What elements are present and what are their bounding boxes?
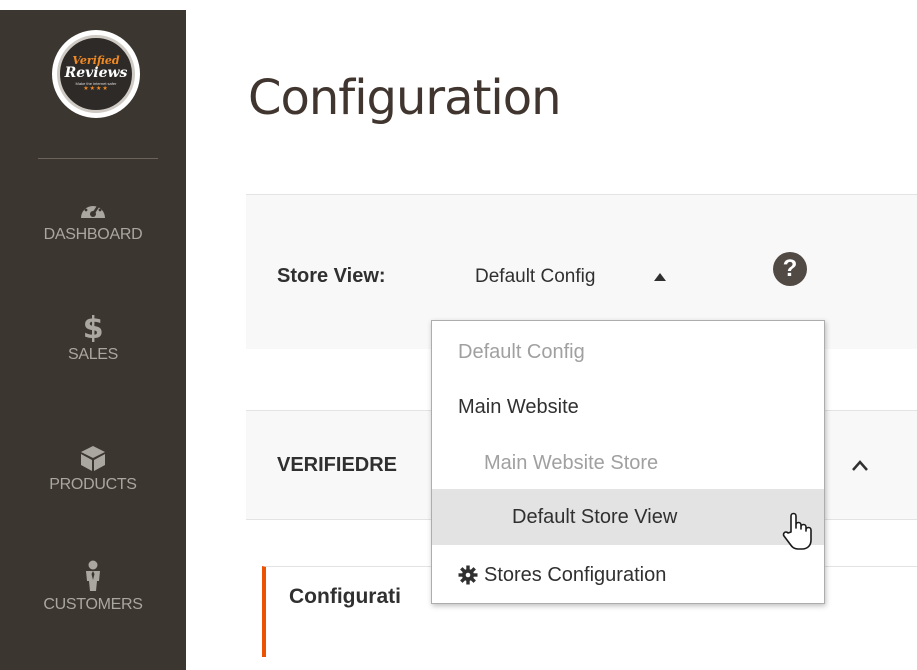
logo-ring: Verified Reviews Make the internet safer… bbox=[57, 35, 135, 113]
help-icon[interactable]: ? bbox=[773, 252, 807, 286]
verified-reviews-logo[interactable]: Verified Reviews Make the internet safer… bbox=[52, 30, 140, 118]
sidebar-top-gap bbox=[0, 0, 186, 10]
dropdown-item-default-store-view[interactable]: Default Store View bbox=[432, 489, 824, 545]
person-icon bbox=[86, 560, 100, 591]
dropdown-item-label: Main Website bbox=[458, 395, 579, 418]
logo-stars: ★★★★ bbox=[83, 86, 109, 92]
dashboard-gauge-icon bbox=[81, 203, 105, 218]
dropdown-item-label: Default Store View bbox=[512, 505, 678, 528]
dropdown-item-label: Stores Configuration bbox=[484, 563, 667, 586]
caret-up-icon[interactable] bbox=[654, 273, 666, 281]
page-title: Configuration bbox=[248, 70, 562, 126]
sidebar-item-sales[interactable]: $ SALES bbox=[0, 312, 186, 364]
dropdown-item-label: Default Config bbox=[458, 340, 585, 363]
sidebar-item-products[interactable]: PRODUCTS bbox=[0, 444, 186, 494]
svg-text:$: $ bbox=[83, 312, 104, 342]
dropdown-item-default-config: Default Config bbox=[432, 324, 824, 380]
store-view-switcher[interactable]: Default Config bbox=[475, 266, 595, 288]
sidebar-item-label: CUSTOMERS bbox=[43, 596, 143, 613]
gear-icon bbox=[458, 565, 478, 585]
chevron-up-icon[interactable] bbox=[850, 458, 870, 472]
sidebar-item-dashboard[interactable]: DASHBOARD bbox=[0, 196, 186, 244]
sidebar-item-label: DASHBOARD bbox=[43, 226, 143, 243]
store-view-label: Store View: bbox=[277, 265, 386, 287]
sidebar-item-label: PRODUCTS bbox=[49, 476, 137, 493]
section-title: VERIFIEDRE bbox=[277, 454, 398, 476]
sidebar-divider bbox=[38, 158, 158, 159]
dropdown-item-stores-configuration[interactable]: Stores Configuration bbox=[432, 547, 824, 603]
subsection-title: Configurati bbox=[289, 585, 401, 608]
box-icon bbox=[81, 446, 105, 471]
dropdown-item-main-website-store: Main Website Store bbox=[432, 435, 824, 491]
sidebar-item-label: SALES bbox=[67, 346, 119, 363]
dollar-icon: $ bbox=[83, 312, 104, 342]
store-view-dropdown: Default Config Main Website Main Website… bbox=[431, 320, 825, 604]
hand-cursor-icon bbox=[782, 512, 812, 550]
admin-sidebar: Verified Reviews Make the internet safer… bbox=[0, 0, 186, 670]
logo-line2: Reviews bbox=[64, 65, 128, 81]
dropdown-item-label: Main Website Store bbox=[484, 451, 659, 474]
dropdown-item-main-website[interactable]: Main Website bbox=[432, 379, 824, 435]
sidebar-item-customers[interactable]: CUSTOMERS bbox=[0, 560, 186, 614]
